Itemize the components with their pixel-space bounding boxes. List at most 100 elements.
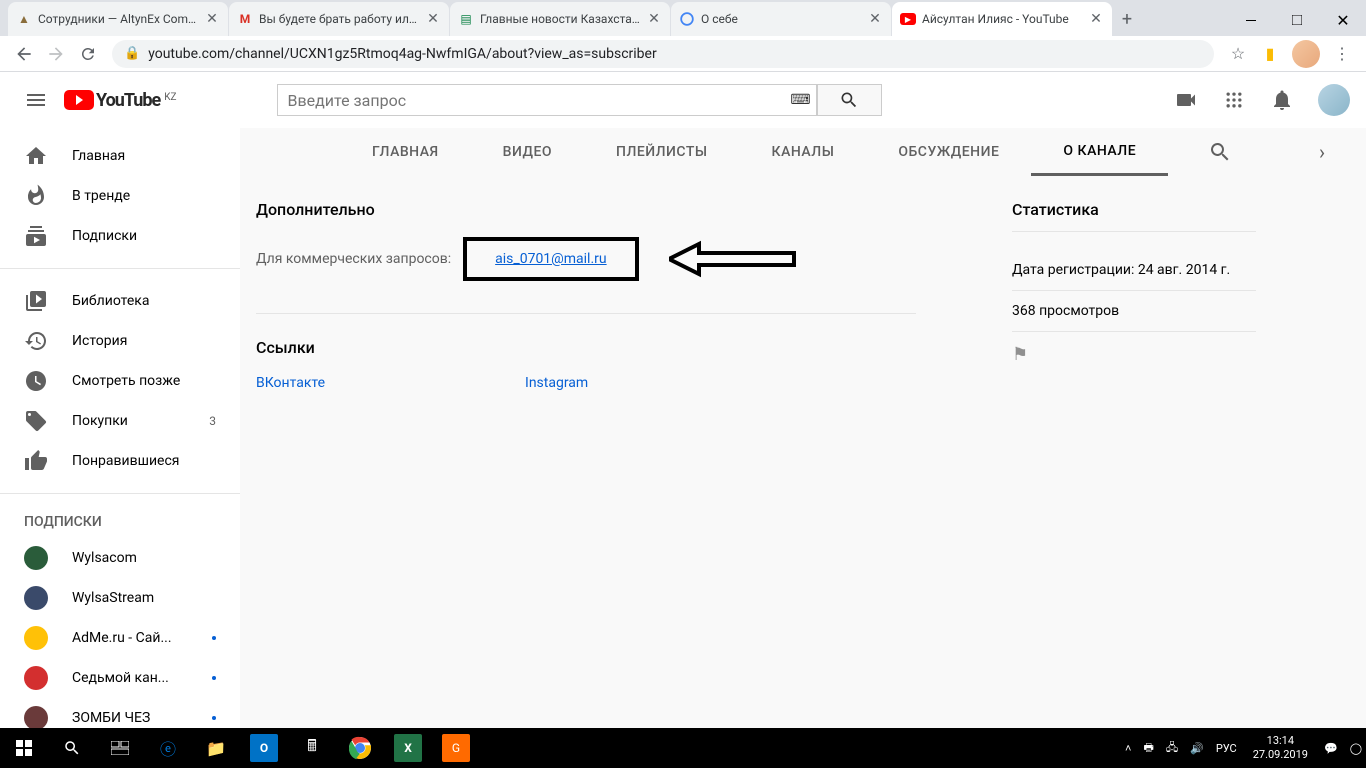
channel-tabs: ГЛАВНАЯ ВИДЕО ПЛЕЙЛИСТЫ КАНАЛЫ ОБСУЖДЕНИ… [240,128,1366,176]
main-content: ГЛАВНАЯ ВИДЕО ПЛЕЙЛИСТЫ КАНАЛЫ ОБСУЖДЕНИ… [240,128,1366,728]
home-icon [24,144,48,168]
sidebar-sub-item[interactable]: Седьмой кан... [0,658,240,698]
commercial-row: Для коммерческих запросов: ais_0701@mail… [256,237,916,281]
sidebar-sub-item[interactable]: ЗОМБИ ЧЕЗ [0,698,240,728]
minimize-button[interactable] [1228,4,1274,36]
business-email-link[interactable]: ais_0701@mail.ru [495,251,606,267]
gmail-icon: M [237,11,253,27]
browser-tab-3[interactable]: ▤ Главные новости Казахстана ✕ [450,2,670,36]
extension-icon[interactable]: ▮ [1258,42,1282,66]
youtube-header: YouTube KZ ⌨ [0,72,1366,128]
library-icon [24,289,48,313]
taskbar-clock[interactable]: 13:14 27.09.2019 [1243,734,1318,763]
youtube-logo[interactable]: YouTube KZ [64,90,177,111]
apps-grid-icon[interactable] [1214,80,1254,120]
chrome-taskbar-icon[interactable] [336,728,384,768]
about-stats-sidebar: Статистика Дата регистрации: 24 авг. 201… [916,200,1256,447]
browser-tab-2[interactable]: M Вы будете брать работу или е ✕ [229,2,449,36]
lock-icon: 🔒 [124,46,140,61]
sidebar-item-library[interactable]: Библиотека [0,281,240,321]
sidebar-item-purchases[interactable]: Покупки 3 [0,401,240,441]
about-container: Дополнительно Для коммерческих запросов:… [240,176,1366,447]
tray-network-icon[interactable]: 🖧 [1160,739,1184,758]
report-flag-icon[interactable]: ⚑ [1012,332,1256,377]
tabs-row: ▲ Сотрудники — AltynEx Compa ✕ M Вы буде… [0,2,1228,36]
sidebar-item-watch-later[interactable]: Смотреть позже [0,361,240,401]
sidebar-item-label: WylsaStream [72,590,216,606]
tray-language[interactable]: РУС [1210,742,1243,755]
link-vkontakte[interactable]: ВКонтакте [256,375,325,391]
links-heading: Ссылки [256,338,916,357]
tray-printer-icon[interactable]: 🖶 [1137,739,1159,758]
close-icon[interactable]: ✕ [1088,11,1104,27]
tray-chevron-icon[interactable]: ˄ [1119,742,1137,755]
calculator-icon[interactable]: 🖩 [288,728,336,768]
sidebar-divider [0,493,240,494]
stats-heading: Статистика [1012,200,1256,232]
sidebar-sub-item[interactable]: WylsaStream [0,578,240,618]
reload-button[interactable] [74,40,102,68]
chevron-right-icon[interactable]: › [1302,132,1342,172]
tray-extra-icon[interactable]: ◯ [1344,742,1366,755]
sidebar-sub-item[interactable]: AdMe.ru - Сай... [0,618,240,658]
close-icon[interactable]: ✕ [867,11,883,27]
search-taskbar-icon[interactable] [48,728,96,768]
browser-tab-strip: ▲ Сотрудники — AltynEx Compa ✕ M Вы буде… [0,0,1366,36]
sidebar-item-home[interactable]: Главная [0,136,240,176]
search-button[interactable] [817,84,882,116]
new-tab-button[interactable]: + [1113,2,1141,36]
notifications-icon[interactable] [1262,80,1302,120]
about-additional-section: Дополнительно Для коммерческих запросов:… [256,200,916,314]
excel-icon[interactable]: X [394,734,422,762]
thumb-up-icon [24,449,48,473]
browser-tab-4[interactable]: О себе ✕ [671,2,891,36]
sidebar-item-subscriptions[interactable]: Подписки [0,216,240,256]
hamburger-menu-button[interactable] [16,80,56,120]
browser-tab-5[interactable]: ▶ Айсултан Илияс - YouTube ✕ [892,2,1112,36]
task-view-icon[interactable] [96,728,144,768]
user-avatar[interactable] [1318,84,1350,116]
chrome-menu-icon[interactable]: ⋮ [1330,42,1354,66]
tab-videos[interactable]: ВИДЕО [471,128,584,176]
close-icon[interactable]: ✕ [425,11,441,27]
sidebar-item-history[interactable]: История [0,321,240,361]
keyboard-icon[interactable]: ⌨ [785,84,817,116]
tab-title: Главные новости Казахстана [480,12,642,26]
close-icon[interactable]: ✕ [204,11,220,27]
sidebar-item-liked[interactable]: Понравившиеся [0,441,240,481]
tray-volume-icon[interactable]: 🔊 [1184,742,1210,755]
back-button[interactable] [10,40,38,68]
outlook-icon[interactable]: O [250,734,278,762]
channel-avatar [24,666,48,690]
tab-home[interactable]: ГЛАВНАЯ [340,128,471,176]
commercial-label: Для коммерческих запросов: [256,251,451,267]
notifications-tray-icon[interactable]: 💬 [1318,742,1344,755]
maximize-button[interactable] [1274,4,1320,36]
tab-playlists[interactable]: ПЛЕЙЛИСТЫ [584,128,740,176]
forward-button[interactable] [42,40,70,68]
sidebar-sub-item[interactable]: Wylsacom [0,538,240,578]
explorer-icon[interactable]: 📁 [192,728,240,768]
close-icon[interactable]: ✕ [646,11,662,27]
sidebar-item-label: Подписки [72,228,216,244]
chrome-profile-avatar[interactable] [1292,40,1320,68]
url-bar[interactable]: 🔒 youtube.com/channel/UCXN1gz5Rtmoq4ag-N… [112,40,1214,68]
history-icon [24,329,48,353]
search-input[interactable] [277,84,817,116]
app-icon[interactable]: G [442,734,470,762]
tab-channels[interactable]: КАНАЛЫ [740,128,867,176]
close-window-button[interactable]: ✕ [1320,4,1366,36]
sidebar-item-trending[interactable]: В тренде [0,176,240,216]
tab-about[interactable]: О КАНАЛЕ [1031,128,1168,176]
browser-tab-1[interactable]: ▲ Сотрудники — AltynEx Compa ✕ [8,2,228,36]
edge-icon[interactable]: ⓔ [144,728,192,768]
start-button[interactable] [0,728,48,768]
channel-search-icon[interactable] [1200,132,1240,172]
stat-views: 368 просмотров [1012,291,1256,332]
star-icon[interactable]: ☆ [1226,42,1250,66]
tab-discussion[interactable]: ОБСУЖДЕНИЕ [866,128,1031,176]
youtube-logo-icon [64,90,94,110]
sidebar-item-label: В тренде [72,188,216,204]
link-instagram[interactable]: Instagram [525,375,588,391]
create-video-icon[interactable] [1166,80,1206,120]
